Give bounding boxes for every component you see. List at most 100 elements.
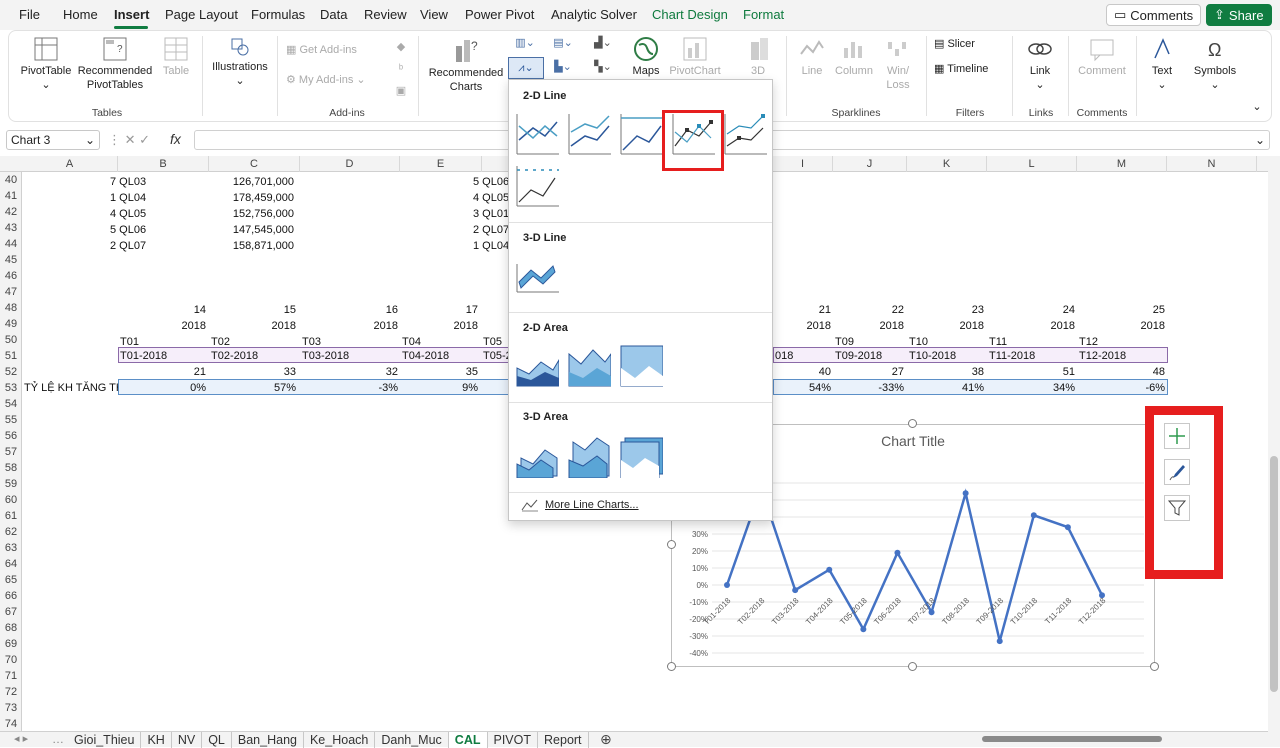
- cell[interactable]: 15: [260, 302, 296, 318]
- chart-elements-button[interactable]: [1164, 423, 1190, 449]
- data-point[interactable]: [1030, 512, 1037, 519]
- column-header[interactable]: J: [833, 156, 907, 172]
- horizontal-scroll-thumb[interactable]: [982, 736, 1162, 742]
- row-header[interactable]: 73: [0, 700, 22, 716]
- cell[interactable]: 21: [170, 364, 206, 380]
- data-point[interactable]: [724, 582, 730, 588]
- statistic-chart-button[interactable]: ▙⌄: [548, 60, 578, 74]
- cell[interactable]: 7 QL03: [110, 174, 146, 190]
- cell[interactable]: T01-2018: [120, 348, 167, 364]
- data-point[interactable]: [996, 638, 1003, 645]
- my-addins-button[interactable]: ⚙ My Add-ins ⌄: [286, 73, 386, 87]
- sparkline-line-button[interactable]: Line: [794, 36, 830, 78]
- cell[interactable]: 1 QL04: [473, 238, 509, 254]
- line-chart-button[interactable]: ⩘⌄: [508, 57, 544, 79]
- cell[interactable]: 5 QL06: [110, 222, 146, 238]
- resize-handle[interactable]: [908, 662, 917, 671]
- cell[interactable]: 48: [1129, 364, 1165, 380]
- cell[interactable]: 2018: [868, 318, 904, 334]
- row-header[interactable]: 55: [0, 412, 22, 428]
- 3d-map-button[interactable]: 3D: [738, 36, 778, 78]
- row-header[interactable]: 72: [0, 684, 22, 700]
- menu-review[interactable]: Review: [364, 7, 407, 22]
- text-button[interactable]: Text ⌄: [1142, 36, 1182, 92]
- chart-styles-button[interactable]: [1164, 459, 1190, 485]
- combo-chart-button[interactable]: ▚⌄: [588, 60, 618, 74]
- cell[interactable]: 57%: [250, 380, 296, 396]
- resize-handle[interactable]: [667, 662, 676, 671]
- row-header[interactable]: 61: [0, 508, 22, 524]
- sheet-tab[interactable]: PIVOT: [488, 732, 539, 748]
- row-header[interactable]: 43: [0, 220, 22, 236]
- stacked-area-chart-option[interactable]: [567, 344, 611, 388]
- get-addins-button[interactable]: ▦ Get Add-ins: [286, 43, 376, 57]
- column-header[interactable]: M: [1077, 156, 1167, 172]
- illustrations-button[interactable]: Illustrations ⌄: [208, 36, 272, 88]
- 3d-line-chart-option[interactable]: [515, 252, 559, 296]
- cell[interactable]: 158,871,000: [210, 238, 294, 254]
- cell[interactable]: 22: [868, 302, 904, 318]
- column-header[interactable]: C: [209, 156, 300, 172]
- menu-data[interactable]: Data: [320, 7, 347, 22]
- row-header[interactable]: 59: [0, 476, 22, 492]
- cell[interactable]: 2018: [795, 318, 831, 334]
- slicer-button[interactable]: ▤ Slicer: [934, 37, 1004, 51]
- resize-handle[interactable]: [1150, 662, 1159, 671]
- column-chart-button[interactable]: ▥⌄: [510, 36, 540, 50]
- column-header[interactable]: N: [1167, 156, 1257, 172]
- cell[interactable]: 33: [260, 364, 296, 380]
- waterfall-chart-button[interactable]: ▟⌄: [588, 36, 618, 50]
- row-header[interactable]: 40: [0, 172, 22, 188]
- column-header[interactable]: L: [987, 156, 1077, 172]
- cell[interactable]: 3 QL01: [473, 206, 509, 222]
- row-header[interactable]: 69: [0, 636, 22, 652]
- cell[interactable]: 25: [1129, 302, 1165, 318]
- function-icon[interactable]: fx: [170, 131, 181, 147]
- cell[interactable]: 24: [1039, 302, 1075, 318]
- row-header[interactable]: 45: [0, 252, 22, 268]
- hierarchy-chart-button[interactable]: ▤⌄: [548, 36, 578, 50]
- 100-stacked-line-chart-option[interactable]: [619, 112, 663, 156]
- comment-button[interactable]: Comment: [1074, 36, 1130, 78]
- horizontal-scrollbar[interactable]: [972, 734, 1262, 744]
- cell[interactable]: 51: [1039, 364, 1075, 380]
- column-header[interactable]: K: [907, 156, 987, 172]
- row-header[interactable]: 44: [0, 236, 22, 252]
- cell[interactable]: 32: [362, 364, 398, 380]
- cell[interactable]: 17: [442, 302, 478, 318]
- cell[interactable]: 40: [795, 364, 831, 380]
- sparkline-winloss-button[interactable]: Win/Loss: [880, 36, 916, 92]
- 100-stacked-line-markers-chart-option[interactable]: [515, 164, 559, 208]
- row-header[interactable]: 70: [0, 652, 22, 668]
- cell[interactable]: 2018: [170, 318, 206, 334]
- cell[interactable]: 1 QL04: [110, 190, 146, 206]
- row-header[interactable]: 68: [0, 620, 22, 636]
- data-point[interactable]: [928, 609, 935, 616]
- row-header[interactable]: 63: [0, 540, 22, 556]
- row-header[interactable]: 41: [0, 188, 22, 204]
- row-header[interactable]: 51: [0, 348, 22, 364]
- maps-button[interactable]: Maps: [626, 36, 666, 78]
- sparkline-column-button[interactable]: Column: [832, 36, 876, 78]
- cell[interactable]: 147,545,000: [210, 222, 294, 238]
- row-header[interactable]: 57: [0, 444, 22, 460]
- menu-file[interactable]: File: [19, 7, 40, 22]
- data-point[interactable]: [1064, 524, 1071, 531]
- data-point[interactable]: [826, 566, 833, 573]
- menu-view[interactable]: View: [420, 7, 448, 22]
- sheet-tab[interactable]: Gioi_Thieu: [68, 732, 142, 748]
- share-button[interactable]: ⇪ Share: [1206, 4, 1272, 26]
- pivottable-button[interactable]: PivotTable ⌄: [18, 36, 74, 92]
- sheet-tab[interactable]: Ban_Hang: [232, 732, 304, 748]
- row-header[interactable]: 67: [0, 604, 22, 620]
- cell[interactable]: T12-2018: [1079, 348, 1126, 364]
- row-header[interactable]: 74: [0, 716, 22, 732]
- resize-handle[interactable]: [908, 419, 917, 428]
- menu-chart-design[interactable]: Chart Design: [652, 7, 728, 22]
- row-header[interactable]: 62: [0, 524, 22, 540]
- row-header[interactable]: 53: [0, 380, 22, 396]
- 3d-100-stacked-area-chart-option[interactable]: [619, 434, 663, 478]
- 3d-area-chart-option[interactable]: [515, 434, 559, 478]
- cell[interactable]: -33%: [858, 380, 904, 396]
- cell[interactable]: 126,701,000: [210, 174, 294, 190]
